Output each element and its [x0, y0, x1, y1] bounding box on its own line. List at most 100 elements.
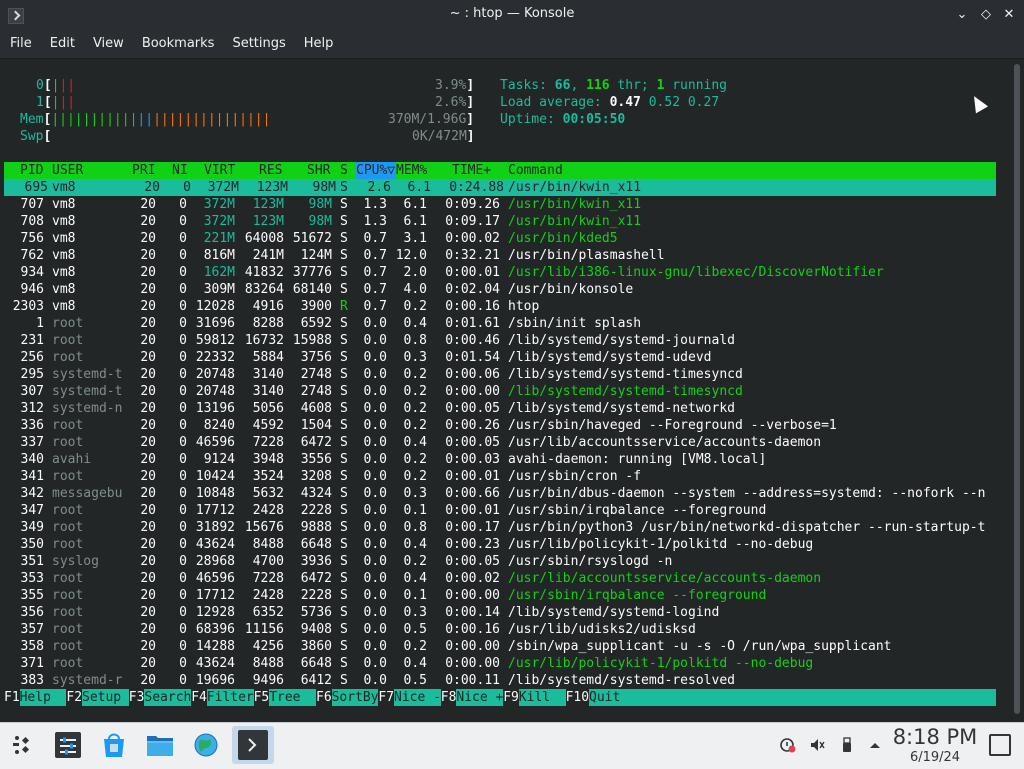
col-cpu[interactable]: CPU%▽	[356, 162, 396, 179]
show-desktop-icon[interactable]	[989, 734, 1011, 756]
web-browser-icon[interactable]	[190, 729, 222, 761]
col-command[interactable]: Command	[508, 162, 563, 179]
cell-pid: 358	[20, 639, 44, 654]
col-user[interactable]: USER	[52, 162, 83, 179]
menu-view[interactable]: View	[84, 30, 133, 58]
fkey-f6[interactable]: F6	[316, 689, 332, 706]
menu-bookmarks[interactable]: Bookmarks	[133, 30, 224, 58]
process-row[interactable]: 353 root 20 0 46596 7228 6472 S 0.0 0.4 0:00.02/us…	[0, 570, 996, 587]
col-time[interactable]: TIME+	[452, 162, 491, 179]
cell-time: 0:00.00	[445, 384, 500, 399]
process-row[interactable]: 256 root 20 0 22332 5884 3756 S 0.0 0.3 0:01.54/li…	[0, 349, 996, 366]
close-icon[interactable]: ✕	[998, 4, 1020, 26]
process-row[interactable]: 358 root 20 0 14288 4256 3860 S 0.0 0.2 0:00.00/sb…	[0, 638, 996, 655]
process-row[interactable]: 707 vm8 20 0 372M 123M 98M S 1.3 6.1 0:09.26/usr/b…	[0, 196, 996, 213]
fkey-label[interactable]: SortBy	[332, 689, 379, 706]
col-ni[interactable]: NI	[172, 162, 188, 179]
process-row[interactable]: 307 systemd-t 20 0 20748 3140 2748 S 0.0 0.2 0:00.…	[0, 383, 996, 400]
cell-pid: 336	[20, 418, 44, 433]
col-s[interactable]: S	[340, 162, 348, 179]
fkey-f7[interactable]: F7	[378, 689, 395, 706]
cell-virt: 46596	[195, 435, 235, 450]
process-row[interactable]: 337 root 20 0 46596 7228 6472 S 0.0 0.4 0:00.05/us…	[0, 434, 996, 451]
col-pid[interactable]: PID	[20, 162, 43, 179]
menu-file[interactable]: File	[1, 30, 41, 58]
updates-icon[interactable]	[780, 737, 796, 753]
cell-cpu: 0.0	[363, 469, 387, 484]
konsole-icon[interactable]	[232, 726, 274, 764]
fkey-label[interactable]: Tree	[269, 689, 316, 706]
fkey-f10[interactable]: F10	[565, 689, 590, 706]
cell-shr: 6648	[300, 537, 332, 552]
process-row[interactable]: 347 root 20 0 17712 2428 2228 S 0.0 0.1 0:00.01/us…	[0, 502, 996, 519]
process-row[interactable]: 695 vm8 20 0 372M 123M 98M S 2.6 6.1 0:24.88/usr/b…	[4, 179, 996, 196]
fkey-label[interactable]: Setup	[82, 689, 129, 706]
fkey-label[interactable]: Nice -	[394, 689, 441, 706]
process-row[interactable]: 342 messagebu 20 0 10848 5632 4324 S 0.0 0.3 0:00.…	[0, 485, 996, 502]
process-row[interactable]: 341 root 20 0 10424 3524 3208 S 0.0 0.2 0:00.01/us…	[0, 468, 996, 485]
fkey-f9[interactable]: F9	[503, 689, 519, 706]
process-row[interactable]: 231 root 20 0 59812 16732 15988 S 0.0 0.8 0:00.46 /…	[0, 332, 996, 349]
process-row[interactable]: 312 systemd-n 20 0 13196 5056 4608 S 0.0 0.2 0:00.…	[0, 400, 996, 417]
terminal-area[interactable]: 0[||| 3.9%] 1[||| 2.6%] Mem[||||||||||||…	[0, 59, 1024, 719]
dolphin-file-manager-icon[interactable]	[144, 729, 176, 761]
system-settings-icon[interactable]	[52, 729, 84, 761]
menu-edit[interactable]: Edit	[41, 30, 84, 58]
process-row[interactable]: 383 systemd-r 20 0 19696 9496 6412 S 0.0 0.5 0:00.…	[0, 672, 996, 689]
process-row[interactable]: 1 root 20 0 31696 8288 6592 S 0.0 0.4 0:01.61/sbin…	[0, 315, 996, 332]
fkey-f2[interactable]: F2	[66, 689, 83, 706]
process-row[interactable]: 351 syslog 20 0 28968 4700 3936 S 0.0 0.2 0:00.05 /…	[0, 553, 996, 570]
process-row[interactable]: 356 root 20 0 12928 6352 5736 S 0.0 0.3 0:00.14/li…	[0, 604, 996, 621]
process-row[interactable]: 2303 vm8 20 0 12028 4916 3900 R 0.7 0.2 0:00.16 hto…	[0, 298, 996, 315]
volume-muted-icon[interactable]	[809, 737, 825, 753]
col-shr[interactable]: SHR	[307, 162, 330, 179]
process-row[interactable]: 350 root 20 0 43624 8488 6648 S 0.0 0.4 0:00.23/us…	[0, 536, 996, 553]
fkey-label[interactable]: Quit	[589, 689, 620, 706]
fkey-f8[interactable]: F8	[440, 689, 457, 706]
scrollbar-thumb[interactable]	[1014, 64, 1020, 714]
col-pri[interactable]: PRI	[132, 162, 155, 179]
cell-pri: 20	[140, 231, 156, 246]
fkey-label[interactable]: Kill	[519, 689, 566, 706]
clock-time[interactable]: 8:18 PM	[892, 725, 978, 749]
col-res[interactable]: RES	[259, 162, 282, 179]
terminal-scrollbar[interactable]	[1013, 62, 1021, 714]
maximize-icon[interactable]: ◇	[975, 4, 997, 26]
process-row[interactable]: 357 root 20 0 68396 11156 9408 S 0.0 0.5 0:00.16/u…	[0, 621, 996, 638]
fkey-label[interactable]: Filter	[207, 689, 254, 706]
fkey-label[interactable]: Help	[20, 689, 67, 706]
process-row[interactable]: 762 vm8 20 0 816M 241M 124M S 0.7 12.0 0:32.21/usr…	[0, 247, 996, 264]
application-launcher-icon[interactable]	[6, 729, 38, 761]
process-row[interactable]: 371 root 20 0 43624 8488 6648 S 0.0 0.4 0:00.00/us…	[0, 655, 996, 672]
menu-help[interactable]: Help	[295, 30, 343, 58]
process-row[interactable]: 355 root 20 0 17712 2428 2228 S 0.0 0.1 0:00.00/us…	[0, 587, 996, 604]
process-row[interactable]: 336 root 20 0 8240 4592 1504 S 0.0 0.2 0:00.26/usr…	[0, 417, 996, 434]
process-row[interactable]: 349 root 20 0 31892 15676 9888 S 0.0 0.8 0:00.17/u…	[0, 519, 996, 536]
fkey-f4[interactable]: F4	[191, 689, 207, 706]
clock-date[interactable]: 6/19/24	[892, 750, 978, 765]
cell-mem: 12.0	[395, 248, 427, 263]
discover-icon[interactable]	[98, 729, 130, 761]
process-row[interactable]: 708 vm8 20 0 372M 123M 98M S 1.3 6.1 0:09.17/usr/b…	[0, 213, 996, 230]
fkey-f3[interactable]: F3	[128, 689, 145, 706]
process-row[interactable]: 756 vm8 20 0 221M 64008 51672 S 0.7 3.1 0:00.02/us…	[0, 230, 996, 247]
fkey-f1[interactable]: F1	[4, 689, 20, 706]
cell-mem: 0.3	[403, 350, 427, 365]
usb-device-icon[interactable]	[839, 737, 855, 753]
col-virt[interactable]: VIRT	[204, 162, 235, 179]
menu-settings[interactable]: Settings	[223, 30, 294, 58]
fkey-label[interactable]: Nice +	[456, 689, 503, 706]
process-row[interactable]: 946 vm8 20 0 309M 83264 68140 S 0.7 4.0 0:02.04/us…	[0, 281, 996, 298]
process-row[interactable]: 340 avahi 20 0 9124 3948 3556 S 0.0 0.2 0:00.03 ava…	[0, 451, 996, 468]
tray-expand-icon[interactable]	[867, 737, 883, 753]
fkey-label[interactable]: Search	[144, 689, 191, 706]
cell-user: root	[52, 588, 84, 603]
col-mem[interactable]: MEM%	[396, 162, 427, 179]
cell-res: 123M	[252, 197, 284, 212]
process-row[interactable]: 934 vm8 20 0 162M 41832 37776 S 0.7 2.0 0:00.01/us…	[0, 264, 996, 281]
cell-cmd: /usr/lib/accountsservice/accounts-daemon	[508, 435, 822, 450]
fkey-f5[interactable]: F5	[253, 689, 270, 706]
minimize-icon[interactable]: ⌄	[951, 4, 973, 26]
cell-ni: 0	[179, 639, 187, 654]
process-row[interactable]: 295 systemd-t 20 0 20748 3140 2748 S 0.0 0.2 0:00.…	[0, 366, 996, 383]
